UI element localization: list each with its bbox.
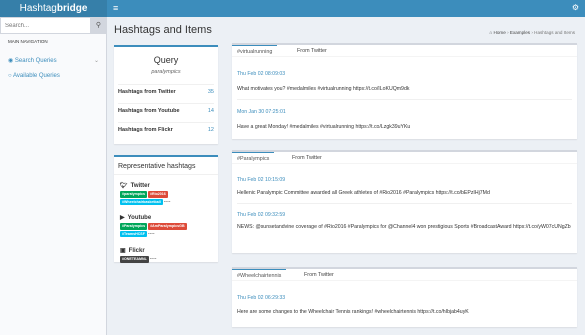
query-row-label: Hashtags from Twitter (118, 89, 176, 95)
youtube-icon: ▶ (120, 215, 125, 221)
hashtag-badge[interactable]: #Paralympics (120, 223, 148, 230)
query-row-flickr[interactable]: Hashtags from Flickr 12 (118, 122, 214, 138)
circle-icon: ○ (8, 73, 12, 79)
source-youtube: ▶ Youtube (120, 214, 151, 221)
post-text: What motivates you? #medalmiles #virtual… (237, 86, 410, 92)
hashtag-badge[interactable]: #Rio2016 (147, 191, 168, 198)
post-date: Thu Feb 02 10:15:09 (237, 177, 286, 183)
breadcrumb-home[interactable]: Home (494, 30, 506, 35)
hamburger-icon[interactable]: ≡ (113, 2, 118, 14)
nav-header: MAIN NAVIGATION (8, 39, 48, 44)
post-text: Have a great Monday! #medalmiles #virtua… (237, 124, 411, 130)
sidebar-search: ⚲ (0, 17, 107, 34)
representative-hashtags-box: Representative hashtags 🐦︎ Twitter #paral… (114, 155, 218, 264)
tab-from-twitter[interactable]: From Twitter (299, 269, 339, 281)
flickr-icon: ▣ (120, 248, 126, 254)
post-text: Hellenic Paralympic Committee awarded al… (237, 190, 490, 196)
breadcrumb: ⌂ Home › Examples › Hashtags and Items (489, 30, 575, 35)
query-title: Query (153, 55, 179, 65)
query-row-count: 14 (207, 108, 214, 114)
search-input[interactable] (0, 17, 90, 34)
youtube-tags: #Paralympics #AmParalympicsGB #TeamsHCSF -… (120, 223, 216, 238)
sidebar-item-label: Search Queries (14, 58, 57, 64)
breadcrumb-separator: › (507, 30, 509, 35)
search-button[interactable]: ⚲ (90, 17, 107, 34)
query-row-label: Hashtags from Youtube (118, 108, 180, 114)
breadcrumb-current: Hashtags and Items (534, 30, 575, 35)
divider (237, 203, 572, 204)
tags-trailer: ---- (163, 198, 171, 205)
sidebar-item-available-queries[interactable]: ○ Available Queries (8, 73, 60, 79)
tab-from-twitter[interactable]: From Twitter (292, 45, 332, 57)
tab-bar: #Wheelchairtennis From Twitter (232, 269, 577, 281)
post-date: Thu Feb 02 08:09:03 (237, 71, 286, 77)
query-row-twitter[interactable]: Hashtags from Twitter 35 (118, 84, 214, 100)
tab-hashtag[interactable]: #Wheelchairtennis (232, 269, 287, 281)
hashtag-badge[interactable]: #ONETEAMNL (120, 256, 149, 263)
twitter-icon: 🐦︎ (120, 183, 128, 189)
hashtag-panel-wheelchairtennis: #Wheelchairtennis From Twitter Thu Feb 0… (232, 267, 577, 327)
source-twitter: 🐦︎ Twitter (120, 182, 150, 189)
post-text: Here are some changes to the Wheelchair … (237, 309, 469, 315)
page-title: Hashtags and Items (114, 24, 212, 36)
twitter-tags: #paralympics #Rio2016 #Wheelchairbasketba… (120, 191, 216, 206)
hashtag-badge[interactable]: #AmParalympicsGB (148, 223, 187, 230)
post-text: NEWS: @sunsetandvine coverage of #Rio201… (237, 224, 571, 230)
tab-hashtag[interactable]: #virtualrunning (232, 45, 278, 57)
logo-light-text: Hashtag (19, 3, 57, 14)
query-row-youtube[interactable]: Hashtags from Youtube 14 (118, 103, 214, 119)
representative-title: Representative hashtags (118, 163, 196, 170)
divider (237, 99, 572, 100)
sidebar: ⚲ MAIN NAVIGATION ◉ Search Queries ⌄ ○ A… (0, 17, 107, 335)
source-name: Twitter (130, 183, 150, 189)
tab-bar: #Paralympics From Twitter (232, 152, 577, 164)
source-name: Flickr (128, 248, 145, 254)
post-date: Thu Feb 02 09:32:59 (237, 212, 286, 218)
breadcrumb-examples[interactable]: Examples (510, 30, 530, 35)
hashtag-panel-paralympics: #Paralympics From Twitter Thu Feb 02 10:… (232, 150, 577, 253)
query-box: Query paralympics Hashtags from Twitter … (114, 45, 218, 144)
hashtag-panel-virtualrunning: #virtualrunning From Twitter Thu Feb 02 … (232, 43, 577, 139)
hashtag-badge[interactable]: #Wheelchairbasketball (120, 198, 163, 205)
search-icon: ⚲ (95, 22, 102, 29)
logo-bold-text: bridge (56, 3, 88, 14)
flickr-tags: #ONETEAMNL ---- (120, 256, 216, 264)
divider (114, 174, 218, 175)
dashboard-icon: ◉ (8, 58, 14, 64)
query-row-label: Hashtags from Flickr (118, 127, 173, 133)
tab-from-twitter[interactable]: From Twitter (287, 152, 327, 164)
source-flickr: ▣ Flickr (120, 247, 145, 254)
tags-trailer: ---- (147, 230, 155, 237)
hashtag-badge[interactable]: #TeamsHCSF (120, 230, 147, 237)
tags-trailer: ---- (149, 256, 157, 262)
query-value: paralympics (151, 69, 181, 75)
sidebar-item-search-queries[interactable]: ◉ Search Queries ⌄ (8, 57, 99, 64)
query-row-count: 35 (207, 89, 214, 95)
top-navbar: Hashtagbridge ≡ ⚙ (0, 0, 585, 17)
hashtag-badge[interactable]: #paralympics (120, 191, 147, 198)
home-icon: ⌂ (489, 30, 493, 35)
sidebar-item-label: Available Queries (12, 73, 60, 79)
breadcrumb-separator: › (531, 30, 533, 35)
app-logo[interactable]: Hashtagbridge (0, 0, 107, 17)
query-row-count: 12 (207, 127, 214, 133)
gears-icon[interactable]: ⚙ (572, 3, 579, 12)
source-name: Youtube (127, 215, 152, 221)
tab-bar: #virtualrunning From Twitter (232, 45, 577, 57)
tab-hashtag[interactable]: #Paralympics (232, 152, 275, 164)
post-date: Thu Feb 02 06:29:33 (237, 295, 286, 301)
post-date: Mon Jan 30 07:25:01 (237, 109, 286, 115)
chevron-down-icon: ⌄ (94, 58, 100, 64)
